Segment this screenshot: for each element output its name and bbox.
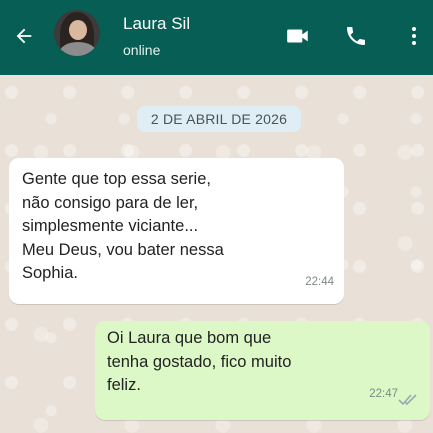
video-call-icon: [287, 29, 308, 43]
phone-icon: [347, 27, 365, 45]
more-vert-icon: [412, 27, 416, 45]
message-time: 22:47: [369, 387, 398, 400]
chat-header: Laura Sil online: [0, 0, 433, 75]
message-text: Oi Laura que bom que tenha gostado, fico…: [107, 329, 292, 394]
back-button[interactable]: [10, 22, 38, 50]
outgoing-message-bubble[interactable]: Oi Laura que bom que tenha gostado, fico…: [95, 321, 430, 420]
back-arrow-icon: [16, 28, 32, 44]
double-check-icon: [398, 394, 417, 406]
video-call-button[interactable]: [284, 22, 312, 50]
incoming-message-bubble[interactable]: Gente que top essa serie, não consigo pa…: [9, 158, 344, 304]
date-separator: 2 DE ABRIL DE 2026: [137, 106, 301, 132]
message-time: 22:44: [305, 275, 334, 288]
contact-avatar[interactable]: [54, 10, 100, 56]
voice-call-button[interactable]: [342, 22, 370, 50]
contact-status: online: [123, 42, 161, 58]
message-text: Gente que top essa serie, não consigo pa…: [22, 170, 224, 282]
more-options-button[interactable]: [400, 22, 428, 50]
contact-name[interactable]: Laura Sil: [123, 14, 190, 34]
